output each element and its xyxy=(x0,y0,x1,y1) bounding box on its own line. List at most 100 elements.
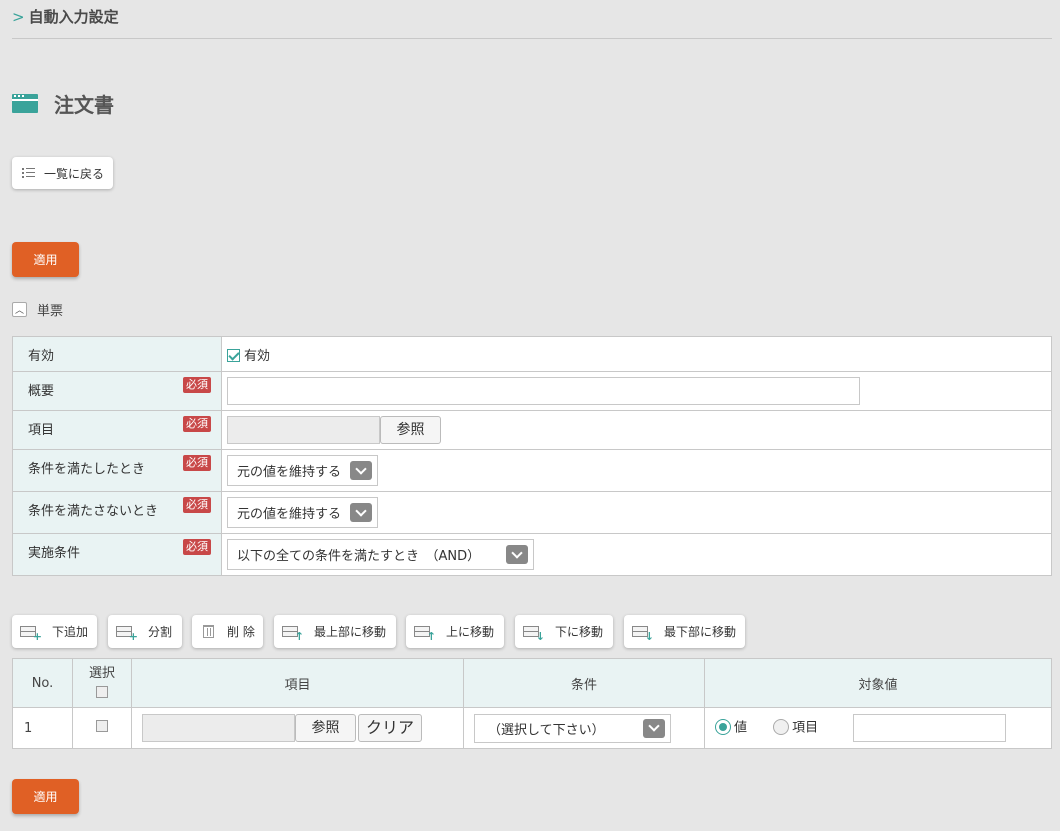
condition-mode-select[interactable]: 以下の全ての条件を満たすとき （AND） xyxy=(227,539,534,570)
item-input[interactable] xyxy=(227,416,380,444)
chevron-down-icon xyxy=(350,503,372,522)
chevron-right-icon: > xyxy=(12,7,25,26)
form-value-when-not-met: 元の値を維持する xyxy=(221,491,1052,534)
row-condition-value: （選択して下さい） xyxy=(488,722,605,738)
form-label-summary: 概要 必須 xyxy=(12,371,222,411)
target-item-radio[interactable] xyxy=(773,718,790,735)
page-header: 注文書 xyxy=(12,89,114,118)
move-up-button[interactable]: ↑ 上に移動 xyxy=(406,615,504,648)
chevron-down-icon xyxy=(350,461,372,480)
form-label-when-met: 条件を満たしたとき 必須 xyxy=(12,449,222,492)
form-label-item: 項目 必須 xyxy=(12,410,222,450)
row-browse-button[interactable]: 参照 xyxy=(295,714,356,742)
column-header-item: 項目 xyxy=(131,658,464,708)
select-all-checkbox[interactable] xyxy=(96,686,108,698)
form-label-text: 有効 xyxy=(28,349,55,364)
section-header: ︿ 単票 xyxy=(12,300,63,319)
row-select-checkbox[interactable] xyxy=(96,720,108,732)
trash-icon xyxy=(203,625,214,638)
row-condition-select[interactable]: （選択して下さい） xyxy=(474,713,671,743)
required-badge: 必須 xyxy=(183,539,211,555)
settings-form: 有効 有効 概要 必須 項目 必須 参照 条件を満たしたとき 必須 元の値を維持する … xyxy=(12,336,1052,576)
split-button[interactable]: + 分割 xyxy=(108,615,182,648)
required-badge: 必須 xyxy=(183,377,211,393)
enabled-checkbox-label: 有効 xyxy=(244,349,271,364)
add-below-button[interactable]: + 下追加 xyxy=(12,615,97,648)
apply-button-top[interactable]: 適用 xyxy=(12,242,79,277)
section-label: 単票 xyxy=(37,304,64,319)
target-value-radio[interactable] xyxy=(715,718,731,735)
chevron-down-icon xyxy=(506,545,528,564)
form-value-condition: 以下の全ての条件を満たすとき （AND） xyxy=(221,533,1052,576)
move-up-icon: ↑ xyxy=(414,625,436,642)
column-header-condition: 条件 xyxy=(463,658,705,708)
when-not-met-select[interactable]: 元の値を維持する xyxy=(227,497,378,528)
move-down-icon: ↓ xyxy=(523,625,545,642)
breadcrumb-label[interactable]: 自動入力設定 xyxy=(29,6,119,27)
window-icon xyxy=(12,94,38,113)
form-value-item: 参照 xyxy=(221,410,1052,450)
when-not-met-select-value: 元の値を維持する xyxy=(237,507,342,522)
collapse-icon[interactable]: ︿ xyxy=(12,302,27,317)
row-item-cell: 参照 クリア xyxy=(131,707,464,749)
delete-label: 削 除 xyxy=(227,625,255,639)
summary-input[interactable] xyxy=(227,377,860,405)
enabled-checkbox[interactable] xyxy=(227,349,240,362)
split-row-icon: + xyxy=(116,625,138,642)
back-to-list-label: 一覧に戻る xyxy=(44,166,105,181)
column-header-target: 対象値 xyxy=(704,658,1052,708)
condition-mode-select-value: 以下の全ての条件を満たすとき （AND） xyxy=(237,549,481,564)
when-met-select-value: 元の値を維持する xyxy=(237,465,342,480)
required-badge: 必須 xyxy=(183,455,211,471)
chevron-down-icon xyxy=(643,718,665,738)
form-label-enabled: 有効 xyxy=(12,336,222,372)
column-header-select-label: 選択 xyxy=(88,666,115,681)
form-value-when-met: 元の値を維持する xyxy=(221,449,1052,492)
form-value-enabled: 有効 xyxy=(221,336,1052,372)
delete-button[interactable]: 削 除 xyxy=(192,615,263,648)
item-browse-button[interactable]: 参照 xyxy=(380,416,441,444)
breadcrumb: > 自動入力設定 xyxy=(12,6,119,27)
form-label-when-not-met: 条件を満たさないとき 必須 xyxy=(12,491,222,534)
move-bottom-label: 最下部に移動 xyxy=(664,625,737,639)
row-clear-button[interactable]: クリア xyxy=(358,714,422,742)
form-label-text: 項目 xyxy=(28,423,55,438)
list-icon xyxy=(22,167,35,179)
divider xyxy=(12,38,1052,39)
row-target-cell: 値 項目 xyxy=(704,707,1052,749)
form-label-text: 概要 xyxy=(28,384,55,399)
column-header-no: No. xyxy=(12,658,73,708)
move-up-label: 上に移動 xyxy=(446,625,495,639)
page-title: 注文書 xyxy=(54,93,114,117)
form-label-condition: 実施条件 必須 xyxy=(12,533,222,576)
move-bottom-button[interactable]: ↓ 最下部に移動 xyxy=(624,615,745,648)
move-top-icon: ↑ xyxy=(282,625,304,642)
form-label-text: 実施条件 xyxy=(28,546,81,561)
add-below-label: 下追加 xyxy=(52,625,89,639)
row-number: 1 xyxy=(12,707,73,749)
table-row: 1 参照 クリア （選択して下さい） 値 項目 xyxy=(12,707,1052,749)
split-label: 分割 xyxy=(148,625,173,639)
move-bottom-icon: ↓ xyxy=(632,625,654,642)
target-value-input[interactable] xyxy=(853,714,1007,742)
move-top-label: 最上部に移動 xyxy=(314,625,387,639)
when-met-select[interactable]: 元の値を維持する xyxy=(227,455,378,486)
conditions-table: No. 選択 項目 条件 対象値 1 参照 クリア （選択して下さい） 値 項目 xyxy=(12,658,1052,749)
back-to-list-button[interactable]: 一覧に戻る xyxy=(12,157,113,189)
column-header-select: 選択 xyxy=(72,658,132,708)
target-item-radio-label: 項目 xyxy=(792,720,819,736)
form-value-summary xyxy=(221,371,1052,411)
move-top-button[interactable]: ↑ 最上部に移動 xyxy=(274,615,396,648)
form-label-text: 条件を満たしたとき xyxy=(28,462,146,477)
add-row-below-icon: + xyxy=(20,625,42,642)
move-down-label: 下に移動 xyxy=(555,625,604,639)
apply-button-bottom[interactable]: 適用 xyxy=(12,779,79,814)
required-badge: 必須 xyxy=(183,416,211,432)
row-select-cell xyxy=(72,707,132,749)
target-value-radio-label: 値 xyxy=(734,720,748,736)
form-label-text: 条件を満たさないとき xyxy=(28,504,159,519)
required-badge: 必須 xyxy=(183,497,211,513)
row-item-input[interactable] xyxy=(142,714,295,742)
row-condition-cell: （選択して下さい） xyxy=(463,707,705,749)
move-down-button[interactable]: ↓ 下に移動 xyxy=(515,615,613,648)
